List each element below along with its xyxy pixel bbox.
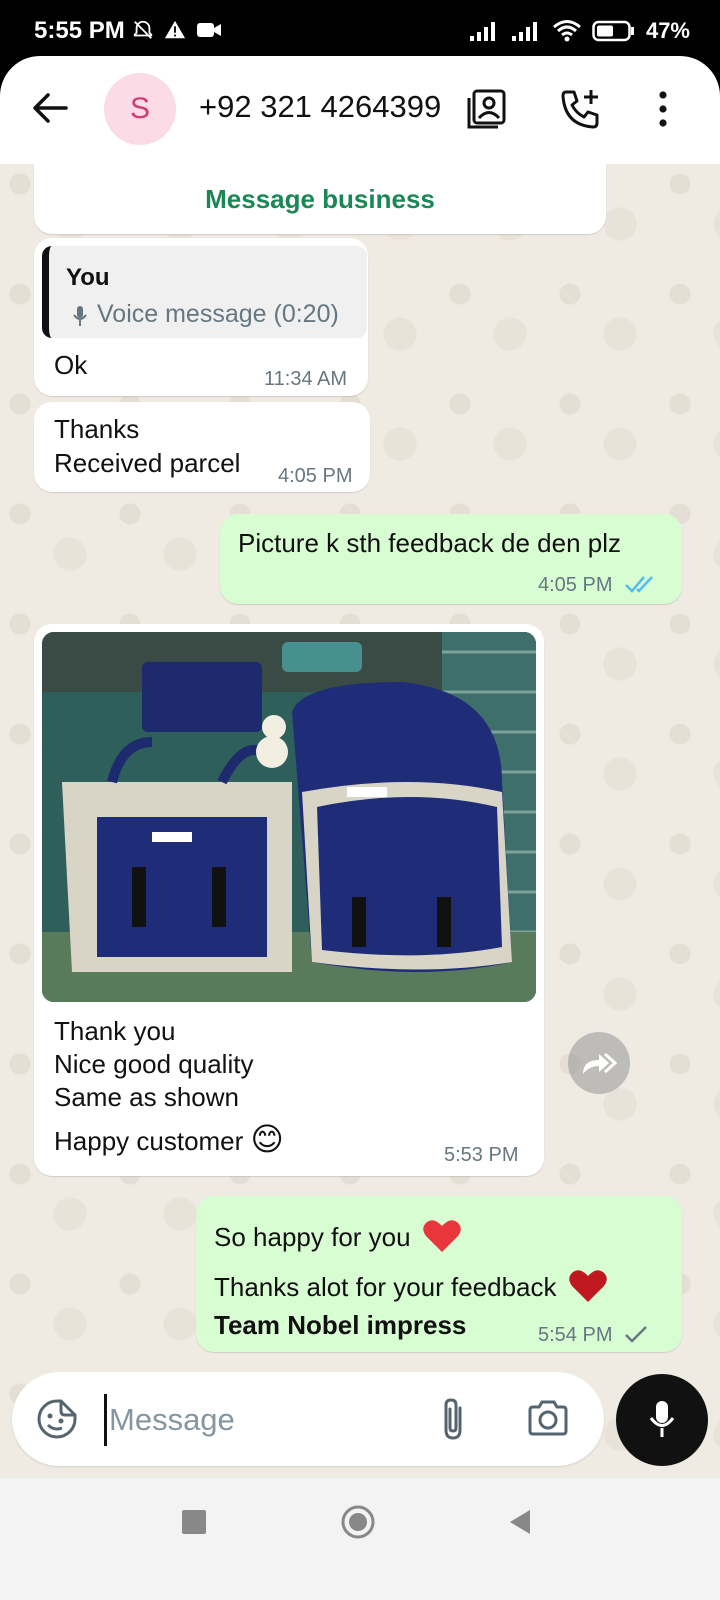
message-composer bbox=[12, 1372, 604, 1466]
double-check-read-icon bbox=[625, 576, 653, 593]
product-photo[interactable] bbox=[42, 632, 536, 1002]
status-notification-icons bbox=[132, 19, 222, 41]
message-text-line: Same as shown bbox=[54, 1082, 239, 1112]
dark-red-heart-icon bbox=[568, 1270, 607, 1302]
message-input[interactable] bbox=[104, 1394, 411, 1446]
contact-name[interactable]: +92 321 4264399 bbox=[199, 89, 441, 125]
message-time: 11:34 AM bbox=[264, 368, 348, 390]
message-text: Picture k sth feedback de den plz bbox=[238, 528, 622, 558]
microphone-icon bbox=[649, 1401, 675, 1437]
signal-icon-1 bbox=[469, 22, 495, 41]
message-incoming[interactable]: Thanks Received parcel 4:05 PM bbox=[34, 402, 370, 492]
recents-square-icon[interactable] bbox=[180, 1508, 208, 1536]
sticker-icon[interactable] bbox=[36, 1398, 78, 1440]
message-incoming[interactable]: You Voice message (0:20) Ok 11:34 AM bbox=[34, 238, 368, 396]
message-text-line: Thank you bbox=[54, 1016, 176, 1046]
red-heart-icon bbox=[423, 1220, 461, 1252]
message-text: So happy for you bbox=[214, 1222, 411, 1252]
message-outgoing[interactable]: So happy for you Thanks alot for your fe… bbox=[196, 1196, 682, 1352]
message-text-line: Happy customer 😊 bbox=[54, 1120, 284, 1158]
system-navigation-bar bbox=[0, 1478, 720, 1600]
message-text-line: Received parcel bbox=[54, 448, 241, 478]
status-time: 5:55 PM bbox=[34, 17, 125, 44]
catalog-icon[interactable] bbox=[464, 86, 510, 132]
alarm-off-icon bbox=[133, 20, 153, 39]
message-text: Happy customer bbox=[54, 1126, 244, 1156]
signal-icon-2 bbox=[511, 22, 537, 41]
wifi-icon bbox=[552, 20, 581, 42]
message-business-label: Message business bbox=[205, 183, 435, 214]
smiling-face-emoji: 😊 bbox=[250, 1121, 284, 1157]
voice-record-button[interactable] bbox=[616, 1374, 708, 1466]
camera-icon[interactable] bbox=[526, 1398, 570, 1438]
battery-icon bbox=[592, 20, 634, 42]
status-right-icons: 47% bbox=[468, 18, 690, 44]
message-business-button[interactable]: Message business bbox=[34, 164, 606, 234]
message-time: 4:05 PM bbox=[278, 465, 353, 487]
message-time: 4:05 PM bbox=[538, 574, 613, 596]
quoted-text: Voice message (0:20) bbox=[97, 300, 339, 328]
avatar[interactable]: S bbox=[104, 73, 176, 145]
message-text-line: Thanks alot for your feedback bbox=[214, 1268, 608, 1304]
microphone-icon bbox=[73, 306, 87, 326]
attachment-icon[interactable] bbox=[436, 1396, 470, 1442]
forward-button[interactable] bbox=[568, 1032, 630, 1094]
message-text: Thanks alot for your feedback bbox=[214, 1272, 557, 1302]
single-check-icon bbox=[625, 1326, 647, 1343]
message-signature: Team Nobel impress bbox=[214, 1310, 467, 1340]
add-call-icon[interactable] bbox=[558, 86, 604, 132]
message-text: Ok bbox=[54, 350, 88, 380]
quoted-message[interactable]: You Voice message (0:20) bbox=[42, 246, 367, 338]
chat-area[interactable]: Message business You Voice message (0:20… bbox=[0, 164, 720, 1506]
message-text-line: So happy for you bbox=[214, 1218, 462, 1254]
bags-photo-image bbox=[42, 632, 536, 1002]
chat-header: S +92 321 4264399 bbox=[0, 56, 720, 164]
back-triangle-icon[interactable] bbox=[506, 1508, 534, 1536]
quoted-author: You bbox=[66, 264, 110, 291]
message-time: 5:53 PM bbox=[444, 1144, 519, 1166]
avatar-letter: S bbox=[129, 92, 150, 125]
back-arrow-icon[interactable] bbox=[28, 86, 72, 130]
forward-icon bbox=[583, 1052, 618, 1074]
video-camera-icon bbox=[197, 23, 221, 37]
warning-icon bbox=[164, 20, 186, 39]
message-time: 5:54 PM bbox=[538, 1324, 613, 1346]
message-outgoing[interactable]: Picture k sth feedback de den plz 4:05 P… bbox=[220, 514, 682, 604]
message-text-line: Thanks bbox=[54, 414, 140, 444]
status-bar: 5:55 PM 47% bbox=[0, 0, 720, 60]
home-circle-icon[interactable] bbox=[340, 1504, 376, 1540]
battery-percent: 47% bbox=[645, 18, 690, 43]
message-incoming-photo[interactable]: Thank you Nice good quality Same as show… bbox=[34, 624, 544, 1176]
more-options-icon[interactable] bbox=[640, 86, 686, 132]
message-text-line: Nice good quality bbox=[54, 1049, 254, 1079]
